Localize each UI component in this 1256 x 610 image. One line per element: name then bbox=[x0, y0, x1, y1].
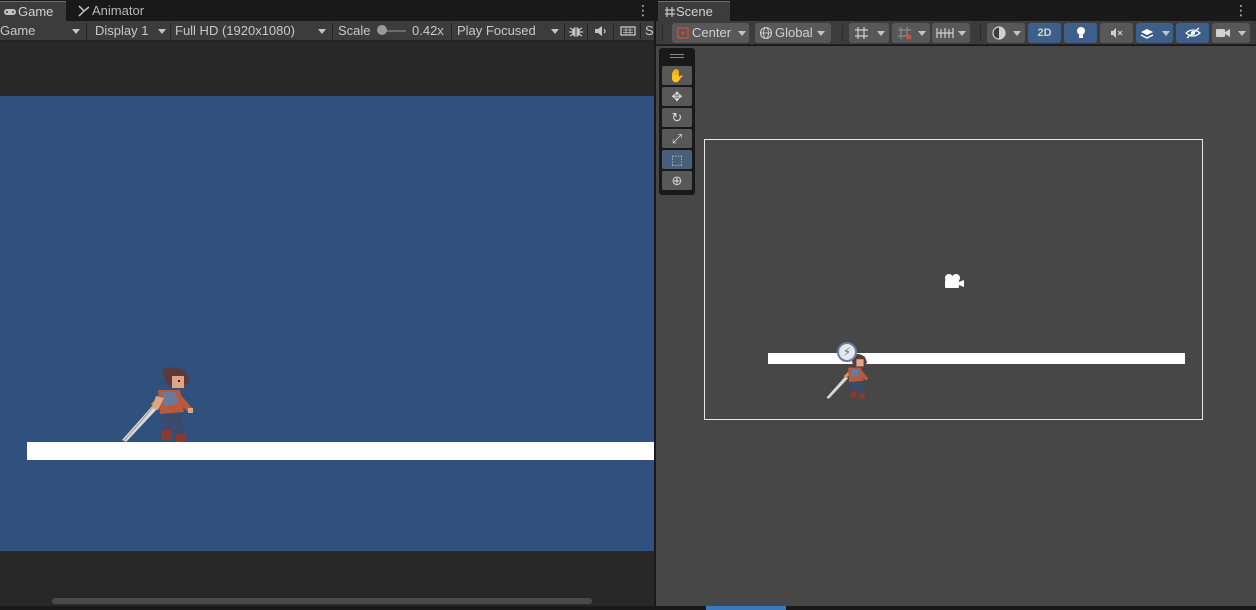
increment-snapping-toggle[interactable] bbox=[892, 23, 930, 43]
camera-gizmo-icon[interactable] bbox=[943, 273, 965, 289]
audio-toggle[interactable] bbox=[1100, 23, 1133, 43]
resolution-dropdown[interactable]: Full HD (1920x1080) bbox=[175, 21, 330, 41]
play-mode-value: Play Focused bbox=[457, 23, 536, 38]
toggle-2d-button[interactable]: 2D bbox=[1028, 23, 1061, 43]
toolbar-divider bbox=[842, 25, 843, 41]
pivot-mode-value: Center bbox=[692, 25, 732, 40]
game-render-canvas bbox=[0, 96, 654, 551]
pivot-rotation-value: Global bbox=[775, 25, 813, 40]
chevron-down-icon bbox=[817, 31, 825, 36]
scale-tool-button[interactable]: ⤢ bbox=[662, 129, 692, 148]
tab-animator-label: Animator bbox=[92, 3, 145, 18]
scale-slider-handle[interactable] bbox=[377, 25, 387, 35]
effects-dropdown[interactable] bbox=[1136, 23, 1173, 43]
move-tool-button[interactable]: ✥ bbox=[662, 87, 692, 106]
chevron-down-icon bbox=[72, 29, 80, 34]
horizontal-scrollbar-thumb[interactable] bbox=[52, 598, 592, 604]
bottom-tab-indicator[interactable] bbox=[706, 606, 786, 610]
rect-transform-icon: ⬚ bbox=[670, 152, 684, 167]
scene-camera-dropdown[interactable] bbox=[1212, 23, 1250, 43]
toolbar-divider bbox=[613, 23, 614, 39]
tab-scene[interactable]: Scene bbox=[658, 1, 730, 21]
view-mode-dropdown[interactable]: Game bbox=[0, 21, 84, 41]
draw-mode-dropdown[interactable] bbox=[987, 23, 1025, 43]
scale-label: Scale bbox=[338, 23, 371, 38]
toolbar-divider bbox=[451, 23, 452, 39]
game-tab-bar: Game Animator ⋮ bbox=[0, 0, 654, 21]
move-arrows-icon: ✥ bbox=[671, 89, 683, 104]
view-mode-value: Game bbox=[0, 23, 36, 38]
truncated-toolbar-item[interactable]: S bbox=[645, 21, 654, 41]
scene-toolbar: Center Global 2D bbox=[656, 21, 1256, 45]
game-ground-platform bbox=[27, 442, 654, 460]
chevron-down-icon bbox=[877, 31, 885, 36]
lightning-script-icon[interactable]: ⚡ bbox=[837, 342, 857, 362]
toolbar-divider bbox=[170, 23, 171, 39]
hand-icon: ✋ bbox=[668, 68, 686, 83]
toolbar-divider bbox=[564, 23, 565, 39]
rotate-tool-button[interactable]: ↻ bbox=[662, 108, 692, 127]
toolbar-divider bbox=[86, 23, 87, 39]
tool-palette: ✋ ✥ ↻ ⤢ ⬚ ⊕ bbox=[659, 48, 695, 195]
rect-tool-button[interactable]: ⬚ bbox=[662, 150, 692, 169]
scene-panel-menu-icon[interactable]: ⋮ bbox=[1234, 2, 1248, 18]
display-value: Display 1 bbox=[95, 23, 149, 38]
chevron-down-icon bbox=[738, 31, 746, 36]
chevron-down-icon bbox=[918, 31, 926, 36]
player-character-sprite bbox=[122, 367, 193, 442]
scene-visibility-toggle[interactable] bbox=[1176, 23, 1209, 43]
bug-icon[interactable] bbox=[567, 21, 585, 41]
toggle-2d-label: 2D bbox=[1037, 27, 1052, 39]
lighting-toggle[interactable] bbox=[1064, 23, 1097, 43]
keyboard-icon[interactable] bbox=[619, 21, 639, 41]
scene-tab-bar: Scene ⋮ bbox=[656, 0, 1256, 21]
game-panel: Game Animator ⋮ Game Display 1 Full HD (… bbox=[0, 0, 654, 610]
toolbar-divider bbox=[640, 23, 641, 39]
grid-visibility-dropdown[interactable] bbox=[932, 23, 970, 43]
toolbar-divider bbox=[332, 23, 333, 39]
game-panel-menu-icon[interactable]: ⋮ bbox=[636, 2, 650, 18]
chevron-down-icon bbox=[318, 29, 326, 34]
tab-animator[interactable]: Animator bbox=[74, 1, 154, 21]
hand-tool-button[interactable]: ✋ bbox=[662, 66, 692, 85]
rotate-icon: ↻ bbox=[671, 110, 683, 125]
chevron-down-icon bbox=[1013, 31, 1021, 36]
chevron-down-icon bbox=[158, 29, 166, 34]
toolbar-grip bbox=[662, 25, 663, 41]
chevron-down-icon bbox=[1162, 31, 1170, 36]
tab-scene-label: Scene bbox=[676, 4, 713, 19]
tab-game[interactable]: Game bbox=[0, 1, 66, 21]
resolution-value: Full HD (1920x1080) bbox=[175, 23, 295, 38]
chevron-down-icon bbox=[551, 29, 559, 34]
chevron-down-icon bbox=[1238, 31, 1246, 36]
pivot-rotation-dropdown[interactable]: Global bbox=[755, 23, 831, 43]
transform-icon: ⊕ bbox=[671, 173, 683, 188]
transform-tool-button[interactable]: ⊕ bbox=[662, 171, 692, 190]
scale-value: 0.42x bbox=[412, 23, 444, 38]
tab-game-label: Game bbox=[18, 4, 54, 19]
play-mode-dropdown[interactable]: Play Focused bbox=[457, 21, 563, 41]
display-dropdown[interactable]: Display 1 bbox=[95, 21, 169, 41]
game-toolbar: Game Display 1 Full HD (1920x1080) Scale… bbox=[0, 21, 654, 41]
pivot-mode-dropdown[interactable]: Center bbox=[672, 23, 749, 43]
grid-snapping-toggle[interactable] bbox=[849, 23, 889, 43]
toolbar-divider bbox=[587, 23, 588, 39]
chevron-down-icon bbox=[958, 31, 966, 36]
speaker-icon[interactable] bbox=[592, 21, 610, 41]
toolbar-divider bbox=[980, 25, 981, 41]
game-panel-bottom-edge bbox=[0, 606, 654, 610]
scale-icon: ⤢ bbox=[671, 131, 683, 146]
tool-palette-grip[interactable] bbox=[670, 54, 684, 55]
scene-panel: Scene ⋮ Center Global 2D ✋ ✥ ↻ ⤢ ⬚ ⊕ ⚡ bbox=[656, 0, 1256, 610]
